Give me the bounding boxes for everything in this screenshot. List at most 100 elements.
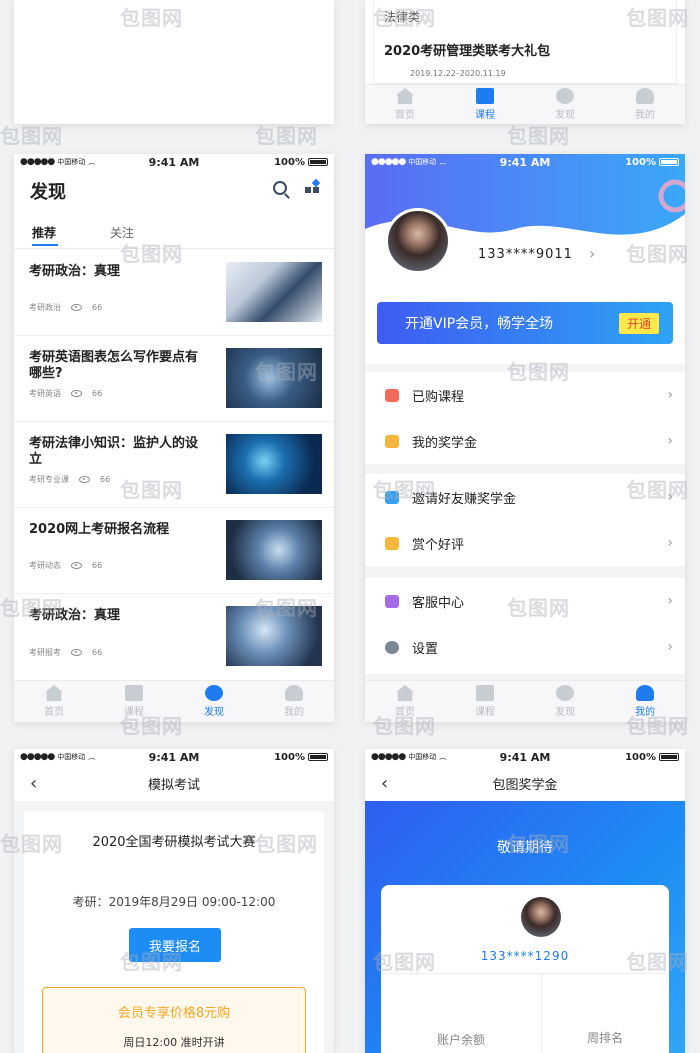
tab-recommend[interactable]: 推荐 bbox=[32, 224, 58, 246]
profile-header: ●●●●● 中国移动 ︵ 9:41 AM 100% 133****9011 › 开通… bbox=[365, 154, 685, 364]
battery-icon bbox=[308, 753, 328, 761]
status-bar: ●●●●● 中国移动 ︵ 9:41 AM 100% bbox=[365, 154, 685, 170]
member-price-box[interactable]: 会员专享价格8元购 周日12:00 准时开讲 bbox=[42, 987, 306, 1053]
mock-exam-screen: ●●●●● 中国移动 ︵ 9:41 AM 100% ‹ 模拟考试 2020全国考研模拟… bbox=[14, 749, 334, 1053]
tab-discover[interactable]: 发现 bbox=[174, 681, 254, 722]
status-bar: ●●●●● 中国移动 ︵ 9:41 AM 100% bbox=[365, 749, 685, 765]
menu-label: 赏个好评 bbox=[412, 537, 465, 553]
user-icon bbox=[636, 88, 654, 104]
article-thumbnail bbox=[226, 434, 322, 494]
menu-label: 客服中心 bbox=[412, 595, 465, 611]
tab-label: 我的 bbox=[635, 110, 655, 121]
tab-discover[interactable]: 发现 bbox=[525, 85, 605, 124]
article-item[interactable]: 考研英语图表怎么写作要点有哪些? 考研英语 66 bbox=[14, 336, 334, 422]
article-item[interactable]: 考研政治：真理 考研报考 66 bbox=[14, 594, 334, 680]
compass-icon bbox=[556, 88, 574, 104]
chevron-right-icon: › bbox=[667, 433, 673, 449]
avatar[interactable] bbox=[385, 208, 451, 274]
home-icon bbox=[396, 685, 414, 701]
tab-bar: 首页 课程 发现 我的 bbox=[14, 680, 334, 722]
eye-icon bbox=[71, 562, 82, 569]
eye-icon bbox=[71, 649, 82, 656]
watermark: 包图网 bbox=[0, 124, 63, 148]
article-tag: 考研政治 bbox=[29, 303, 61, 312]
back-arrow-icon[interactable]: ‹ bbox=[381, 773, 388, 794]
tab-label: 发现 bbox=[555, 707, 575, 718]
exam-date: 考研：2019年8月29日 09:00-12:00 bbox=[72, 895, 276, 909]
book-icon bbox=[476, 88, 494, 104]
course-card-top-right: 法律类 2020考研管理类联考大礼包 2019.12.22–2020.11.19… bbox=[365, 0, 685, 124]
vip-text: 开通VIP会员，畅学全场 bbox=[405, 316, 554, 332]
tab-label: 课程 bbox=[475, 110, 495, 121]
article-views: 66 bbox=[92, 303, 103, 312]
nav-title: 包图奖学金 bbox=[492, 777, 558, 793]
stat-weekly-rank[interactable]: 周排名 bbox=[541, 1029, 669, 1046]
stat-balance[interactable]: 账户余额 bbox=[381, 1031, 541, 1048]
nav-title: 模拟考试 bbox=[147, 777, 200, 793]
scholarship-banner: 敬请期待 133****1290 账户余额 周排名 bbox=[365, 801, 685, 1053]
tab-course[interactable]: 课程 bbox=[445, 681, 525, 722]
tab-mine[interactable]: 我的 bbox=[254, 681, 334, 722]
eye-icon bbox=[71, 390, 82, 397]
vip-banner[interactable]: 开通VIP会员，畅学全场 开通 bbox=[377, 302, 673, 344]
article-thumbnail bbox=[226, 520, 322, 580]
exam-title: 2020全国考研模拟考试大赛 bbox=[92, 835, 256, 850]
menu-label: 我的奖学金 bbox=[412, 435, 478, 451]
divider bbox=[14, 248, 334, 249]
article-thumbnail bbox=[226, 606, 322, 666]
grid-icon[interactable] bbox=[305, 178, 321, 196]
tab-mine[interactable]: 我的 bbox=[605, 681, 685, 722]
graduation-cap-icon bbox=[385, 434, 399, 448]
user-phone: 133****9011 bbox=[478, 247, 573, 262]
article-views: 66 bbox=[92, 389, 103, 398]
tab-follow[interactable]: 关注 bbox=[110, 224, 134, 241]
clock: 9:41 AM bbox=[148, 155, 200, 169]
article-thumbnail bbox=[226, 348, 322, 408]
back-arrow-icon[interactable]: ‹ bbox=[30, 773, 37, 794]
signup-button[interactable]: 我要报名 bbox=[129, 928, 221, 962]
menu-group: 客服中心 › 设置 › bbox=[365, 578, 685, 674]
compass-icon bbox=[556, 685, 574, 701]
article-item[interactable]: 2020网上考研报名流程 考研动态 66 bbox=[14, 508, 334, 594]
course-title: 2020考研管理类联考大礼包 bbox=[384, 44, 551, 59]
nav-bar: ●●●●● 中国移动 ︵ 9:41 AM 100% ‹ 模拟考试 bbox=[14, 749, 334, 801]
menu-my-scholarship[interactable]: 我的奖学金 › bbox=[365, 418, 685, 464]
article-title: 考研英语图表怎么写作要点有哪些? bbox=[29, 350, 199, 381]
menu-settings[interactable]: 设置 › bbox=[365, 624, 685, 670]
menu-group: 已购课程 › 我的奖学金 › bbox=[365, 372, 685, 464]
scholarship-screen: ●●●●● 中国移动 ︵ 9:41 AM 100% ‹ 包图奖学金 敬请期待 133*… bbox=[365, 749, 685, 1053]
clock: 9:41 AM bbox=[499, 155, 551, 169]
article-views: 66 bbox=[100, 475, 111, 484]
tab-course[interactable]: 课程 bbox=[445, 85, 525, 124]
divider bbox=[381, 973, 669, 974]
chevron-right-icon[interactable]: › bbox=[589, 244, 595, 263]
banner-text: 敬请期待 bbox=[497, 840, 553, 856]
member-price-text: 会员专享价格8元购 bbox=[117, 1006, 231, 1021]
article-item[interactable]: 考研政治：真理 考研政治 66 bbox=[14, 250, 334, 336]
scholarship-card: 133****1290 账户余额 周排名 bbox=[381, 885, 669, 1053]
watermark: 包图网 bbox=[255, 124, 318, 148]
course-item[interactable]: 法律类 2020考研管理类联考大礼包 2019.12.22–2020.11.19 bbox=[373, 0, 677, 84]
tab-label: 首页 bbox=[395, 110, 415, 121]
blank-card-top-left bbox=[14, 0, 334, 124]
tab-home[interactable]: 首页 bbox=[14, 681, 94, 722]
article-item[interactable]: 考研法律小知识：监护人的设立 考研专业课 66 bbox=[14, 422, 334, 508]
menu-rate-us[interactable]: 赏个好评 › bbox=[365, 520, 685, 566]
course-dates: 2019.12.22–2020.11.19 bbox=[410, 69, 506, 78]
article-tag: 考研报考 bbox=[29, 648, 61, 657]
menu-customer-service[interactable]: 客服中心 › bbox=[365, 578, 685, 624]
avatar[interactable] bbox=[521, 897, 561, 937]
course-category: 法律类 bbox=[384, 10, 421, 24]
menu-invite-friends[interactable]: 邀请好友赚奖学金 › bbox=[365, 474, 685, 520]
article-views: 66 bbox=[92, 648, 103, 657]
tab-home[interactable]: 首页 bbox=[365, 681, 445, 722]
thumb-up-icon bbox=[385, 536, 399, 550]
menu-purchased-courses[interactable]: 已购课程 › bbox=[365, 372, 685, 418]
search-icon[interactable] bbox=[273, 181, 290, 199]
vip-open-button[interactable]: 开通 bbox=[618, 313, 659, 334]
tab-discover[interactable]: 发现 bbox=[525, 681, 605, 722]
tab-home[interactable]: 首页 bbox=[365, 85, 445, 124]
tab-mine[interactable]: 我的 bbox=[605, 85, 685, 124]
tab-label: 我的 bbox=[284, 707, 304, 718]
tab-course[interactable]: 课程 bbox=[94, 681, 174, 722]
